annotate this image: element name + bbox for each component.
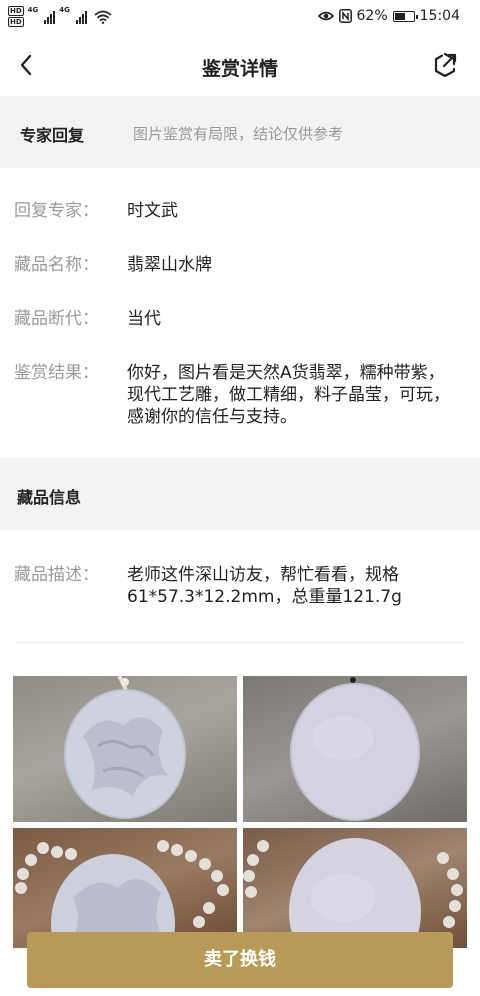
status-left: HD HD 4G 4G <box>8 6 112 28</box>
hd-bottom-label: HD <box>8 17 24 27</box>
status-bar: HD HD 4G 4G 62% 15:04 <box>0 0 480 36</box>
detail-label: 鉴赏结果： <box>14 363 99 383</box>
collection-info-title: 藏品信息 <box>17 488 82 507</box>
appraisal-result-text: 你好，图片看是天然A货翡翠，糯种带紫，现代工艺雕，做工精细，料子晶莹，可玩，感谢… <box>127 363 450 427</box>
description-text: 老师这件深山访友，帮忙看看，规格61*57.3*12.2mm，总重量121.7g <box>127 565 402 607</box>
jade-pendant-on-beads-back-photo[interactable] <box>243 828 467 948</box>
disclaimer-note: 图片鉴赏有局限，结论仅供参考 <box>133 125 344 143</box>
detail-row-era: 藏品断代： 当代 <box>14 308 460 332</box>
battery-icon <box>392 10 418 22</box>
description-row: 藏品描述： 老师这件深山访友，帮忙看看，规格61*57.3*12.2mm，总重量… <box>14 564 460 612</box>
battery-fill <box>394 12 406 20</box>
network-type-2: 4G <box>59 6 70 14</box>
jade-pendant-on-beads-front-photo[interactable] <box>13 828 237 948</box>
nav-bar: 鉴赏详情 <box>0 36 480 96</box>
battery-percent: 62% <box>356 8 388 24</box>
eye-comfort-icon <box>317 11 334 21</box>
jade-back-drawing <box>290 677 420 821</box>
share-icon <box>434 52 457 78</box>
detail-label: 回复专家： <box>14 201 99 221</box>
status-time: 15:04 <box>419 8 460 24</box>
expert-reply-title: 专家回复 <box>20 126 85 145</box>
status-right: 62% 15:04 <box>317 8 460 24</box>
jade-pendant-back-photo[interactable] <box>243 676 467 822</box>
share-button[interactable] <box>430 50 460 80</box>
detail-value: 当代 <box>127 309 161 329</box>
network-type-1: 4G <box>27 6 39 14</box>
divider <box>14 642 466 643</box>
detail-row-result: 鉴赏结果： 你好，图片看是天然A货翡翠，糯种带紫，现代工艺雕，做工精细，料子晶莹… <box>14 362 460 432</box>
description-label: 藏品描述： <box>14 565 99 585</box>
signal-icon <box>44 10 56 24</box>
signal-icon-2 <box>75 10 87 24</box>
detail-row-expert: 回复专家： 时文武 <box>14 200 460 224</box>
detail-row-name: 藏品名称： 翡翠山水牌 <box>14 254 460 278</box>
wifi-icon <box>94 10 112 24</box>
sell-for-cash-button[interactable]: 卖了换钱 <box>27 932 453 988</box>
jade-beads-front-drawing <box>15 840 229 948</box>
page-title: 鉴赏详情 <box>201 58 278 80</box>
detail-label: 藏品名称： <box>14 255 99 275</box>
jade-pendant-front-photo[interactable] <box>13 676 237 822</box>
collection-info-header: 藏品信息 <box>0 458 480 530</box>
hd-top-label: HD <box>8 6 24 16</box>
expert-reply-header: 专家回复 图片鉴赏有局限，结论仅供参考 <box>0 96 480 168</box>
nfc-icon <box>338 9 352 23</box>
detail-value: 翡翠山水牌 <box>127 255 212 275</box>
detail-value: 时文武 <box>127 201 178 221</box>
jade-front-drawing <box>64 676 186 819</box>
jade-beads-back-drawing <box>243 838 463 948</box>
hd-icon: HD HD <box>8 6 24 28</box>
detail-label: 藏品断代： <box>14 309 99 329</box>
